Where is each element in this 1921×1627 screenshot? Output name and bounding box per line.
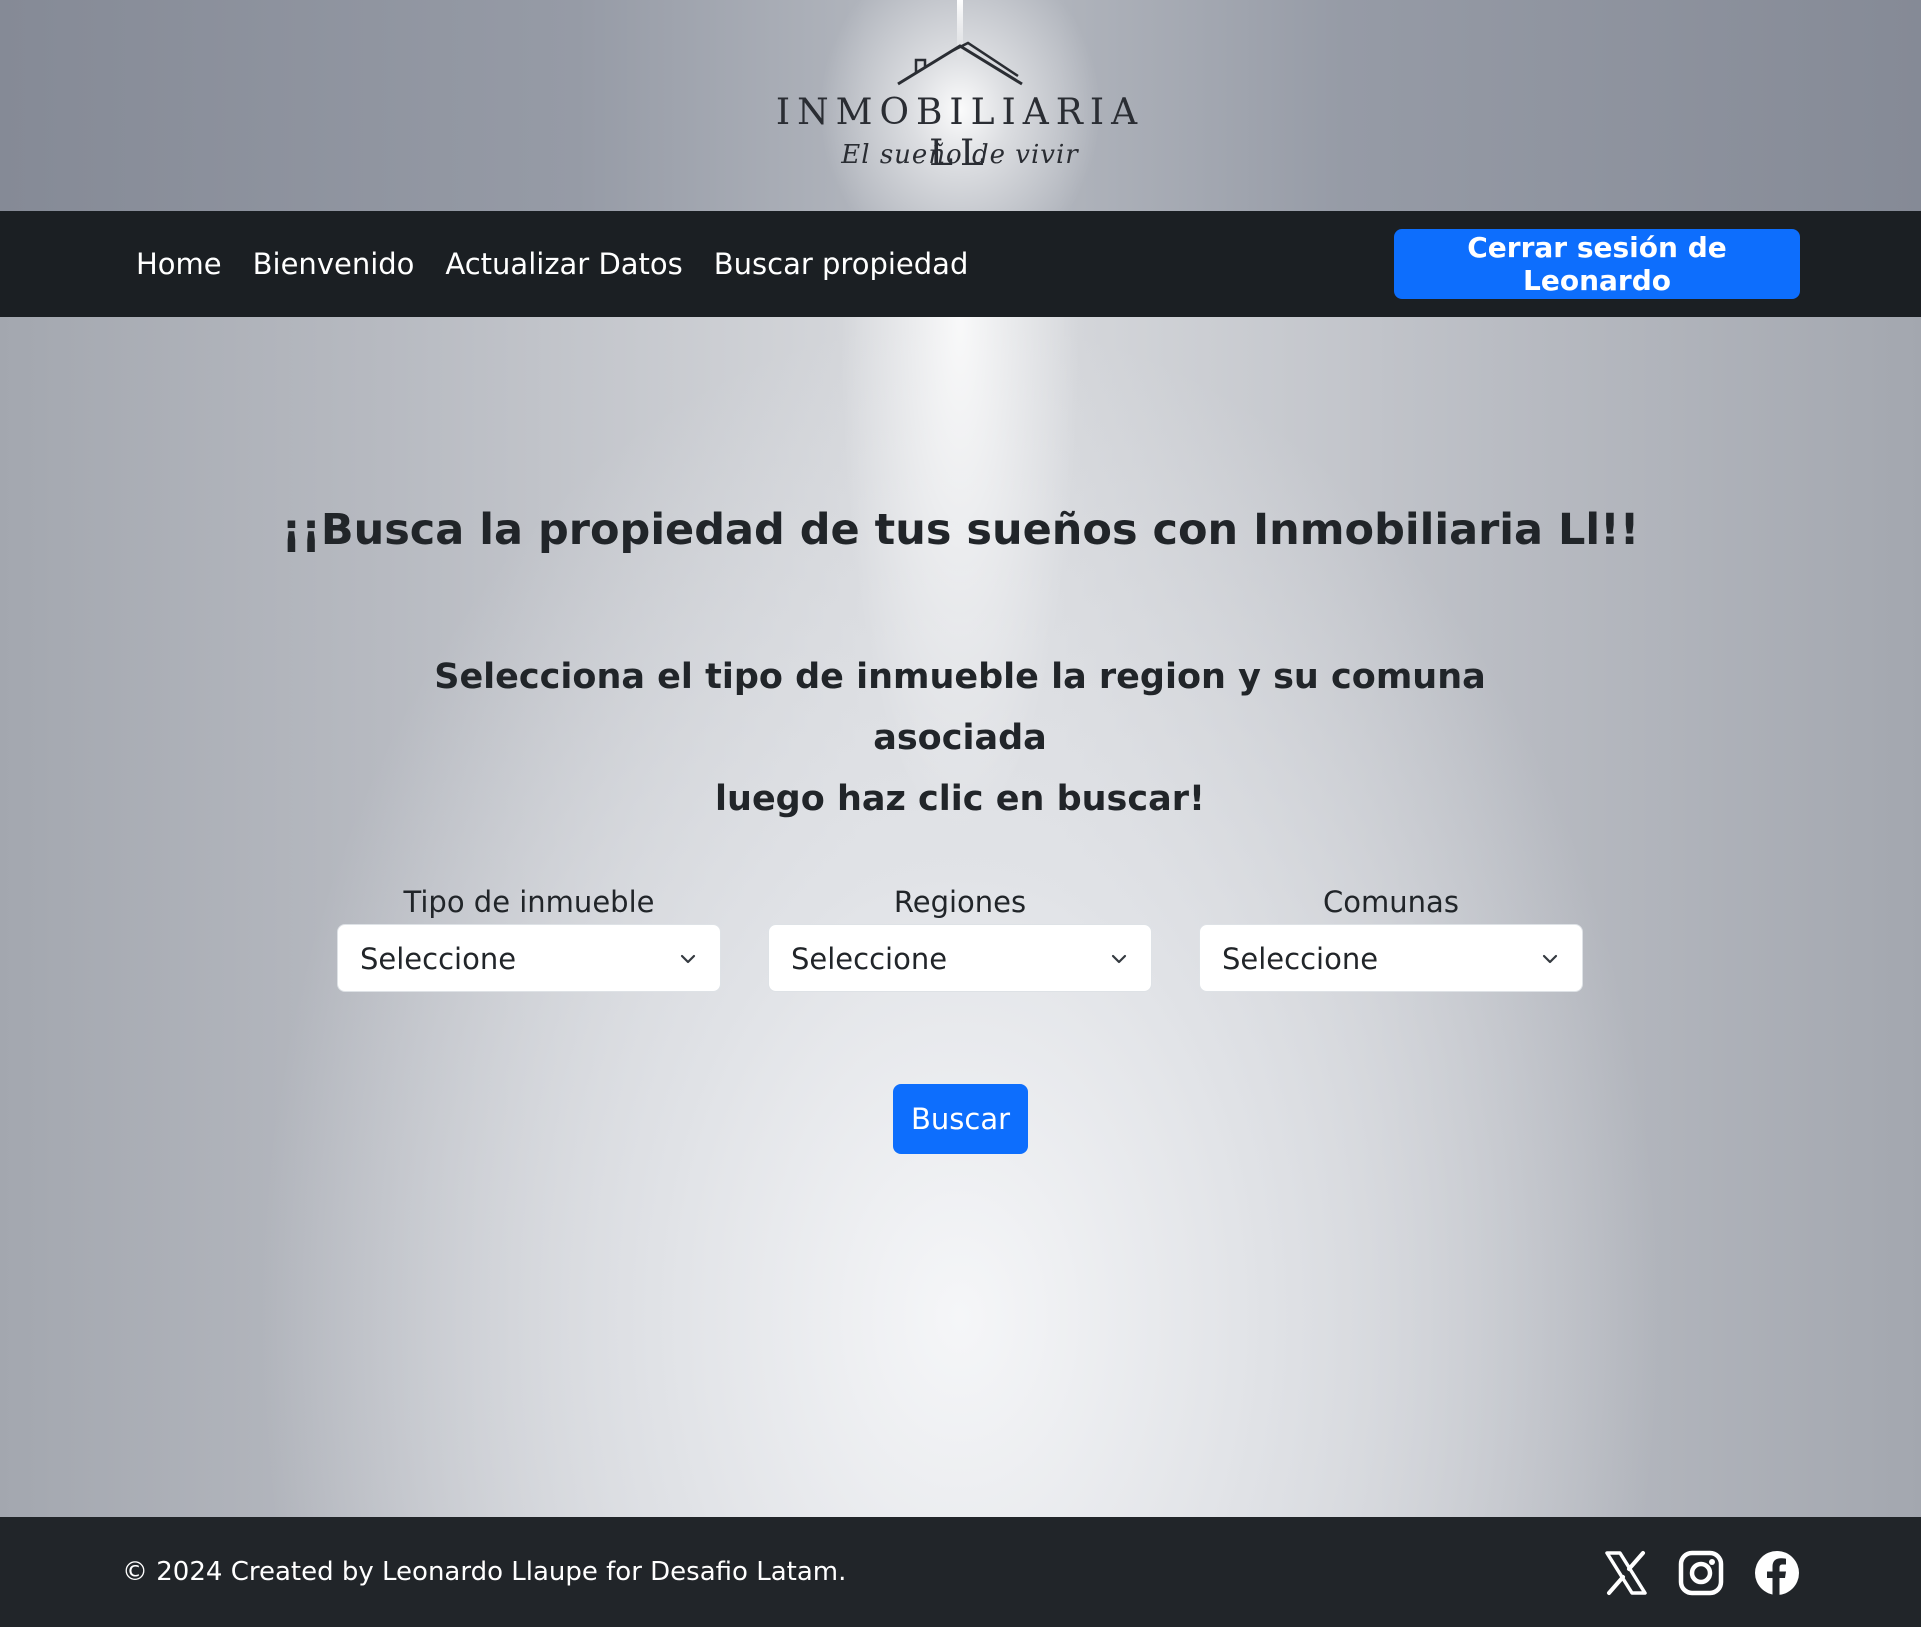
filter-regiones: Regiones Seleccione <box>768 882 1152 992</box>
site-header: INMOBILIARIA LL El sueño de vivir <box>0 0 1921 211</box>
select-value: Seleccione <box>360 942 517 976</box>
logo[interactable]: INMOBILIARIA LL El sueño de vivir <box>760 40 1160 180</box>
filter-tipo-inmueble: Tipo de inmueble Seleccione <box>337 882 721 992</box>
subtitle-line-1: Selecciona el tipo de inmueble la region… <box>434 657 1486 758</box>
select-comunas[interactable]: Seleccione <box>1199 924 1583 992</box>
x-icon[interactable] <box>1603 1550 1649 1596</box>
nav-link-actualizar-datos[interactable]: Actualizar Datos <box>445 247 682 281</box>
main-content: ¡¡Busca la propiedad de tus sueños con I… <box>0 317 1921 1517</box>
facebook-icon[interactable] <box>1754 1550 1800 1596</box>
page-subtitle: Selecciona el tipo de inmueble la region… <box>360 647 1560 830</box>
site-footer: © 2024 Created by Leonardo Llaupe for De… <box>0 1517 1921 1627</box>
subtitle-line-2: luego haz clic en buscar! <box>715 779 1205 819</box>
select-value: Seleccione <box>791 942 948 976</box>
filter-comunas: Comunas Seleccione <box>1199 882 1583 992</box>
page-title: ¡¡Busca la propiedad de tus sueños con I… <box>281 505 1640 555</box>
filter-label-regiones: Regiones <box>893 885 1027 919</box>
instagram-icon[interactable] <box>1678 1550 1724 1596</box>
nav-link-bienvenido[interactable]: Bienvenido <box>253 247 415 281</box>
house-roof-icon <box>897 41 1023 86</box>
nav-link-home[interactable]: Home <box>136 247 222 281</box>
copyright-text: © 2024 Created by Leonardo Llaupe for De… <box>122 1557 847 1587</box>
logout-button[interactable]: Cerrar sesión de Leonardo <box>1394 229 1800 299</box>
chevron-down-icon <box>1542 954 1558 964</box>
filter-label-tipo-inmueble: Tipo de inmueble <box>403 885 655 919</box>
chevron-down-icon <box>680 954 696 964</box>
nav-link-buscar-propiedad[interactable]: Buscar propiedad <box>714 247 969 281</box>
select-regiones[interactable]: Seleccione <box>768 924 1152 992</box>
select-value: Seleccione <box>1222 942 1379 976</box>
chevron-down-icon <box>1111 954 1127 964</box>
logo-tagline: El sueño de vivir <box>841 140 1079 170</box>
search-button[interactable]: Buscar <box>893 1084 1028 1154</box>
filter-label-comunas: Comunas <box>1323 885 1459 919</box>
nav-links: Home Bienvenido Actualizar Datos Buscar … <box>136 211 999 317</box>
select-tipo-inmueble[interactable]: Seleccione <box>337 924 721 992</box>
